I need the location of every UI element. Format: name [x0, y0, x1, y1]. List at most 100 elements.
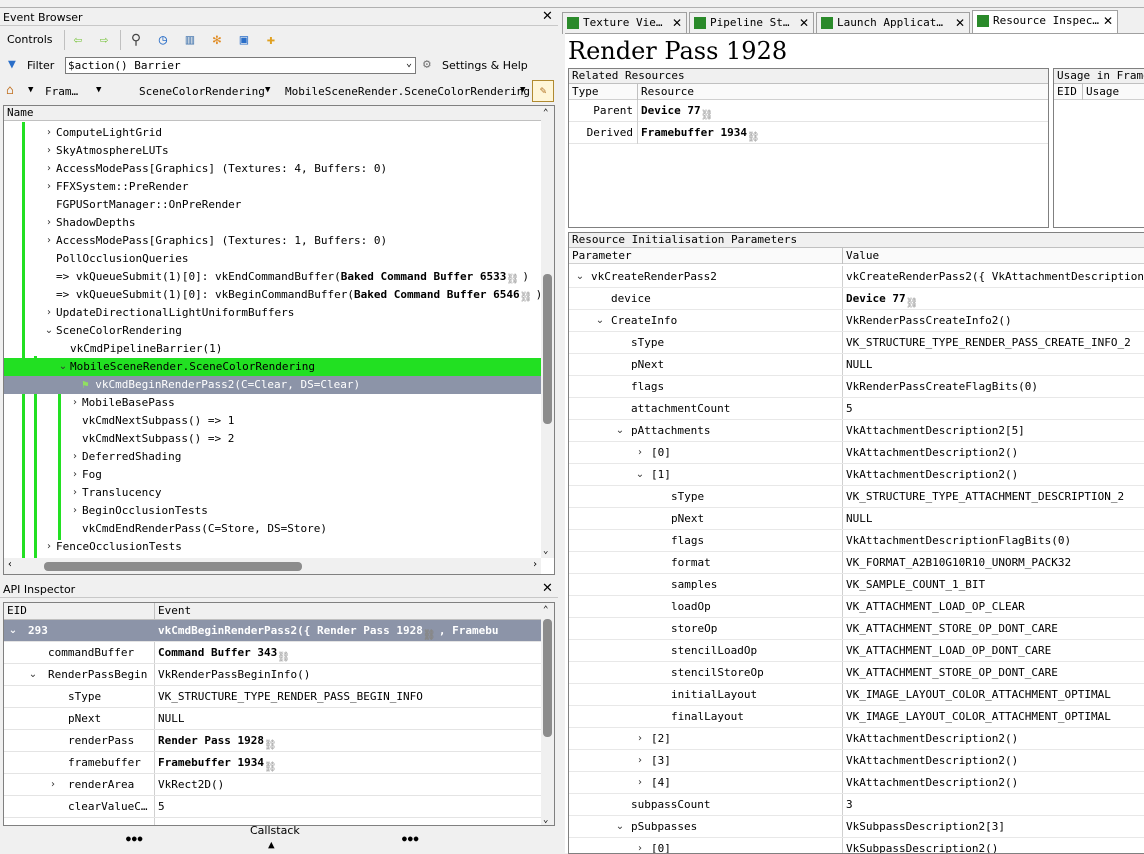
tree-item[interactable]: vkCmdNextSubpass() => 2 [4, 430, 541, 448]
api-expander-icon[interactable]: ⌄ [8, 620, 18, 642]
tree-expander-icon[interactable]: › [70, 448, 80, 466]
tab-close-icon[interactable]: ✕ [1103, 11, 1113, 31]
tree-item[interactable]: › BeginOcclusionTests [4, 502, 541, 520]
param-expander-icon[interactable]: › [635, 728, 645, 750]
splitter-dots-left[interactable]: ●●● [126, 834, 143, 843]
scroll-down-icon[interactable]: ⌄ [543, 815, 548, 825]
splitter-dots-right[interactable]: ●●● [402, 834, 419, 843]
filter-dropdown-chevron-icon[interactable]: ⌄ [406, 58, 412, 69]
param-expander-icon[interactable]: ⌄ [635, 464, 645, 486]
filter-input[interactable]: $action() Barrier ⌄ [65, 57, 416, 74]
save-icon[interactable]: ▣ [234, 30, 254, 50]
param-row[interactable]: ⌄ CreateInfo VkRenderPassCreateInfo2() [569, 310, 1144, 332]
tab-3[interactable]: Resource Inspec… ✕ [972, 10, 1118, 34]
api-inspector-close-icon[interactable]: ✕ [541, 582, 554, 596]
param-row[interactable]: device Device 77⛓ [569, 288, 1144, 310]
param-row[interactable]: format VK_FORMAT_A2B10G10R10_UNORM_PACK32 [569, 552, 1144, 574]
timeline-icon[interactable]: ▥ [180, 30, 200, 50]
param-row[interactable]: samples VK_SAMPLE_COUNT_1_BIT [569, 574, 1144, 596]
settings-cog-icon[interactable]: ⚙ [423, 57, 431, 72]
tab-2[interactable]: Launch Applicat… ✕ [816, 12, 970, 34]
param-expander-icon[interactable]: ⌄ [615, 816, 625, 838]
tab-close-icon[interactable]: ✕ [955, 13, 965, 33]
puzzle-icon[interactable]: ✚ [261, 30, 281, 50]
tree-item[interactable]: › FenceOcclusionTests [4, 538, 541, 556]
link-chain-icon[interactable]: ⛓ [264, 735, 280, 751]
settings-help-link[interactable]: Settings & Help [442, 59, 528, 72]
tree-expander-icon[interactable]: › [44, 142, 54, 160]
api-row[interactable]: renderPass Render Pass 1928⛓ [4, 730, 541, 752]
param-expander-icon[interactable]: › [635, 772, 645, 794]
tab-close-icon[interactable]: ✕ [672, 13, 682, 33]
tree-expander-icon[interactable]: › [44, 124, 54, 142]
param-expander-icon[interactable]: › [635, 838, 645, 853]
tree-item[interactable]: vkCmdNextSubpass() => 1 [4, 412, 541, 430]
settings-gear-icon[interactable]: ✻ [207, 30, 227, 50]
link-chain-icon[interactable]: ⛓ [264, 757, 280, 773]
tab-close-icon[interactable]: ✕ [799, 13, 809, 33]
tree-expander-icon[interactable]: ⌄ [58, 358, 68, 376]
tree-expander-icon[interactable]: › [44, 178, 54, 196]
api-vscroll[interactable]: ⌃ ⌄ [541, 603, 554, 825]
api-row[interactable]: › renderArea VkRect2D() [4, 774, 541, 796]
link-chain-icon[interactable]: ⛓ [701, 105, 717, 121]
event-tree-hscroll[interactable]: ‹ › [4, 558, 541, 574]
related-resource[interactable]: Framebuffer 1934⛓ [641, 122, 763, 144]
param-row[interactable]: › [3] VkAttachmentDescription2() [569, 750, 1144, 772]
api-row[interactable]: pNext NULL [4, 708, 541, 730]
tree-item[interactable]: => vkQueueSubmit(1)[0]: vkBeginCommandBu… [4, 286, 541, 304]
tree-item[interactable]: › AccessModePass[Graphics] (Textures: 1, … [4, 232, 541, 250]
tree-expander-icon[interactable]: › [44, 232, 54, 250]
param-row[interactable]: ⌄ [1] VkAttachmentDescription2() [569, 464, 1144, 486]
api-row[interactable]: sType VK_STRUCTURE_TYPE_RENDER_PASS_BEGIN… [4, 686, 541, 708]
param-expander-icon[interactable]: ⌄ [615, 420, 625, 442]
related-row[interactable]: Parent Device 77⛓ [569, 100, 1048, 122]
tree-item[interactable]: vkCmdPipelineBarrier(1) [4, 340, 541, 358]
link-chain-icon[interactable]: ⛓ [520, 289, 536, 303]
event-tree-hscroll-thumb[interactable] [44, 562, 302, 571]
api-expander-icon[interactable]: ⌄ [28, 664, 38, 686]
param-row[interactable]: stencilStoreOp VK_ATTACHMENT_STORE_OP_DON… [569, 662, 1144, 684]
tree-item[interactable]: › Translucency [4, 484, 541, 502]
link-chain-icon[interactable]: ⛓ [423, 625, 439, 641]
tab-1[interactable]: Pipeline St… ✕ [689, 12, 814, 34]
edit-note-icon[interactable]: ✎ [532, 80, 554, 102]
tree-item[interactable]: › AccessModePass[Graphics] (Textures: 4, … [4, 160, 541, 178]
param-row[interactable]: flags VkAttachmentDescriptionFlagBits(0) [569, 530, 1144, 552]
tree-expander-icon[interactable]: › [44, 304, 54, 322]
tree-item[interactable]: PollOcclusionQueries [4, 250, 541, 268]
tree-expander-icon[interactable]: › [70, 394, 80, 412]
scroll-up-icon[interactable]: ⌃ [543, 108, 548, 118]
api-row[interactable]: ⌄ RenderPassBegin VkRenderPassBeginInfo() [4, 664, 541, 686]
tree-item[interactable]: › Fog [4, 466, 541, 484]
api-row[interactable]: ⌄ 293 vkCmdBeginRenderPass2({ Render Pass … [4, 620, 541, 642]
tree-item[interactable]: ⌄ MobileSceneRender.SceneColorRendering [4, 358, 541, 376]
param-row[interactable]: attachmentCount 5 [569, 398, 1144, 420]
param-row[interactable]: › [0] VkSubpassDescription2() [569, 838, 1144, 853]
api-row[interactable]: framebuffer Framebuffer 1934⛓ [4, 752, 541, 774]
param-row[interactable]: › [2] VkAttachmentDescription2() [569, 728, 1144, 750]
callstack-label[interactable]: Callstack [250, 824, 300, 837]
param-row[interactable]: ⌄ pAttachments VkAttachmentDescription2[5] [569, 420, 1144, 442]
tree-expander-icon[interactable]: › [44, 214, 54, 232]
api-row[interactable]: commandBuffer Command Buffer 343⛓ [4, 642, 541, 664]
clock-icon[interactable]: ◷ [153, 30, 173, 50]
event-tree-vscroll-thumb[interactable] [543, 274, 552, 424]
tab-0[interactable]: Texture Vie… ✕ [562, 12, 687, 34]
api-vscroll-thumb[interactable] [543, 619, 552, 737]
callstack-expand-icon[interactable]: ▲ [268, 838, 275, 851]
related-row[interactable]: Derived Framebuffer 1934⛓ [569, 122, 1048, 144]
tree-item[interactable]: ⚑ vkCmdBeginRenderPass2(C=Clear, DS=Clea… [4, 376, 541, 394]
event-browser-close-icon[interactable]: ✕ [541, 10, 554, 24]
tree-item[interactable]: › DeferredShading [4, 448, 541, 466]
tree-expander-icon[interactable]: › [44, 160, 54, 178]
tree-item[interactable]: FGPUSortManager::OnPreRender [4, 196, 541, 214]
tree-item[interactable]: => vkQueueSubmit(1)[0]: vkEndCommandBuff… [4, 268, 541, 286]
tree-item[interactable]: › UpdateDirectionalLightUniformBuffers [4, 304, 541, 322]
tree-item[interactable]: › ComputeLightGrid [4, 124, 541, 142]
tree-item[interactable]: › FFXSystem::PreRender [4, 178, 541, 196]
scene-dropdown-icon[interactable]: ▼ [265, 85, 270, 95]
api-expander-icon[interactable]: › [48, 774, 58, 796]
tree-item[interactable]: › MobileBasePass [4, 394, 541, 412]
param-row[interactable]: › [4] VkAttachmentDescription2() [569, 772, 1144, 794]
